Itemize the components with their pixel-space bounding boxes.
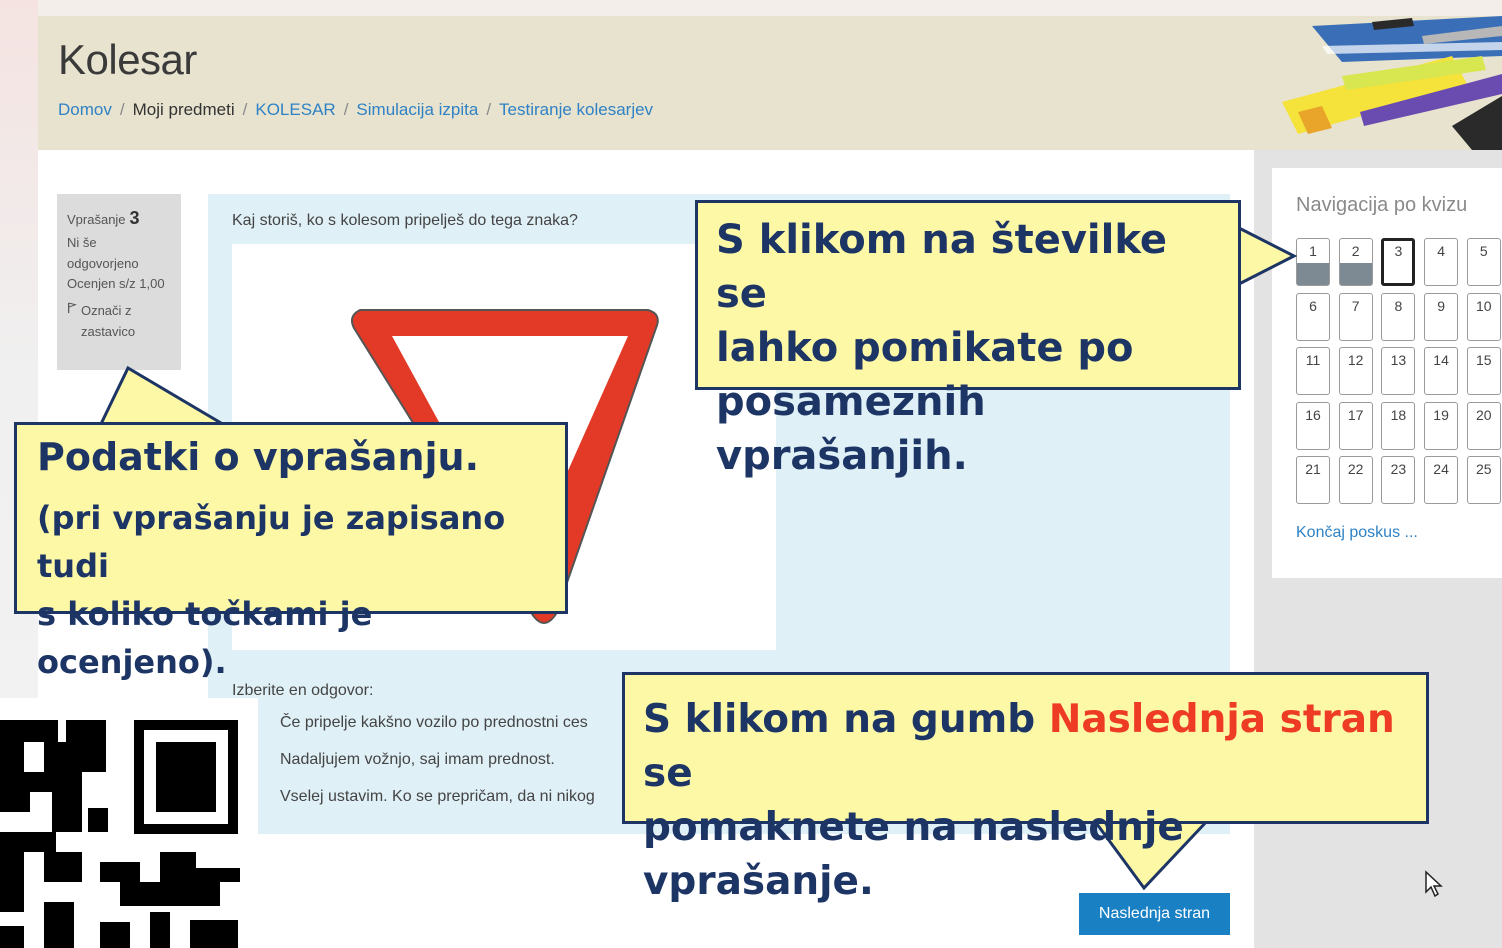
frame-top xyxy=(0,0,1502,16)
flag-question-label: Označi z zastavico xyxy=(80,303,136,339)
header-stationery-image xyxy=(1122,16,1502,150)
question-text: Kaj storiš, ko s kolesom pripelješ do te… xyxy=(232,212,578,229)
quiz-nav-button-12[interactable]: 12 xyxy=(1338,347,1373,395)
answered-indicator xyxy=(1297,263,1329,285)
breadcrumb: Domov / Moji predmeti / KOLESAR / Simulacija i… xyxy=(58,100,653,120)
quiz-nav-button-14[interactable]: 14 xyxy=(1424,347,1459,395)
nav-callout-line: posameznih vprašanjih. xyxy=(716,379,986,479)
quiz-nav-button-17[interactable]: 17 xyxy=(1338,401,1373,450)
next-callout-line: S klikom na gumb Naslednja stran se xyxy=(643,693,1408,801)
next-callout-accent: Naslednja stran xyxy=(1048,697,1395,742)
next-page-callout: S klikom na gumb Naslednja stran se poma… xyxy=(622,672,1429,904)
answer-option[interactable]: Če pripelje kakšno vozilo po prednostni … xyxy=(280,714,588,732)
quiz-nav-button-11[interactable]: 11 xyxy=(1296,347,1330,395)
quiz-nav-button-23[interactable]: 23 xyxy=(1381,456,1416,504)
quiz-nav-button-8[interactable]: 8 xyxy=(1381,292,1416,341)
breadcrumb-my-courses[interactable]: Moji predmeti xyxy=(133,100,235,119)
next-callout-line: pomaknete na naslednje vprašanje. xyxy=(643,805,1184,904)
flag-question-button[interactable]: Označi z zastavico xyxy=(67,301,171,343)
question-grade: Ocenjen s/z 1,00 xyxy=(67,276,165,292)
quiz-nav-button-4[interactable]: 4 xyxy=(1424,238,1459,286)
info-callout-heading: Podatki o vprašanju. xyxy=(37,435,480,479)
breadcrumb-separator: / xyxy=(486,100,492,119)
next-callout-text: se xyxy=(643,751,693,796)
page-header: Kolesar Domov / Moji predmeti / KOLESAR / Simu… xyxy=(38,16,1502,150)
answer-option[interactable]: Vselej ustavim. Ko se prepričam, da ni n… xyxy=(280,788,595,806)
quiz-navigation-title: Navigacija po kvizu xyxy=(1296,194,1468,216)
quiz-nav-button-3[interactable]: 3 xyxy=(1381,238,1416,286)
nav-callout-tail xyxy=(1234,225,1298,287)
breadcrumb-separator: / xyxy=(343,100,349,119)
answered-indicator xyxy=(1339,263,1372,285)
breadcrumb-separator: / xyxy=(242,100,248,119)
quiz-nav-button-6[interactable]: 6 xyxy=(1296,292,1330,341)
breadcrumb-home[interactable]: Domov xyxy=(58,100,112,119)
quiz-nav-button-20[interactable]: 20 xyxy=(1466,401,1501,450)
quiz-nav-button-13[interactable]: 13 xyxy=(1381,347,1416,395)
quiz-nav-button-18[interactable]: 18 xyxy=(1381,401,1416,450)
navigation-callout: S klikom na številke se lahko pomikate p… xyxy=(695,200,1241,479)
quiz-nav-button-1[interactable]: 1 xyxy=(1296,238,1330,286)
quiz-nav-button-25[interactable]: 25 xyxy=(1466,456,1501,504)
quiz-nav-button-7[interactable]: 7 xyxy=(1338,292,1373,341)
question-info-callout: Podatki o vprašanju. (pri vprašanju je z… xyxy=(14,422,568,681)
nav-callout-line: S klikom na številke se xyxy=(716,217,1167,317)
quiz-nav-button-21[interactable]: 21 xyxy=(1296,456,1330,504)
quiz-nav-button-24[interactable]: 24 xyxy=(1424,456,1459,504)
breadcrumb-quiz[interactable]: Testiranje kolesarjev xyxy=(499,100,653,119)
question-number-line: Vprašanje 3 xyxy=(67,204,171,233)
quiz-nav-button-5[interactable]: 5 xyxy=(1466,238,1501,286)
question-status: Ni še odgovorjeno xyxy=(67,234,139,271)
breadcrumb-course[interactable]: KOLESAR xyxy=(255,100,335,119)
question-label: Vprašanje xyxy=(67,212,126,227)
info-callout-line: (pri vprašanju je zapisano tudi xyxy=(37,499,506,586)
page-title: Kolesar xyxy=(58,36,197,83)
flag-icon xyxy=(68,302,77,314)
mouse-cursor-icon xyxy=(1425,870,1443,898)
quiz-nav-button-15[interactable]: 15 xyxy=(1466,347,1501,395)
info-callout-line: s koliko točkami je ocenjeno). xyxy=(37,595,373,682)
quiz-nav-button-10[interactable]: 10 xyxy=(1466,292,1501,341)
answer-option[interactable]: Nadaljujem vožnjo, saj imam prednost. xyxy=(280,751,555,769)
nav-callout-line: lahko pomikate po xyxy=(716,325,1134,371)
breadcrumb-section[interactable]: Simulacija izpita xyxy=(356,100,478,119)
quiz-nav-button-9[interactable]: 9 xyxy=(1424,292,1459,341)
quiz-nav-button-22[interactable]: 22 xyxy=(1338,456,1373,504)
quiz-nav-button-19[interactable]: 19 xyxy=(1424,401,1459,450)
info-callout-body: (pri vprašanju je zapisano tudi s koliko… xyxy=(37,494,545,686)
question-info: Vprašanje 3 Ni še odgovorjeno Ocenjen s/… xyxy=(57,194,181,370)
question-number: 3 xyxy=(129,208,140,228)
finish-attempt-link[interactable]: Končaj poskus ... xyxy=(1296,524,1418,542)
quiz-nav-button-2[interactable]: 2 xyxy=(1338,238,1373,286)
info-callout-tail xyxy=(97,365,232,430)
qr-code-image xyxy=(0,698,258,948)
next-callout-text: S klikom na gumb xyxy=(643,697,1049,742)
quiz-nav-button-16[interactable]: 16 xyxy=(1296,401,1330,450)
breadcrumb-separator: / xyxy=(119,100,125,119)
